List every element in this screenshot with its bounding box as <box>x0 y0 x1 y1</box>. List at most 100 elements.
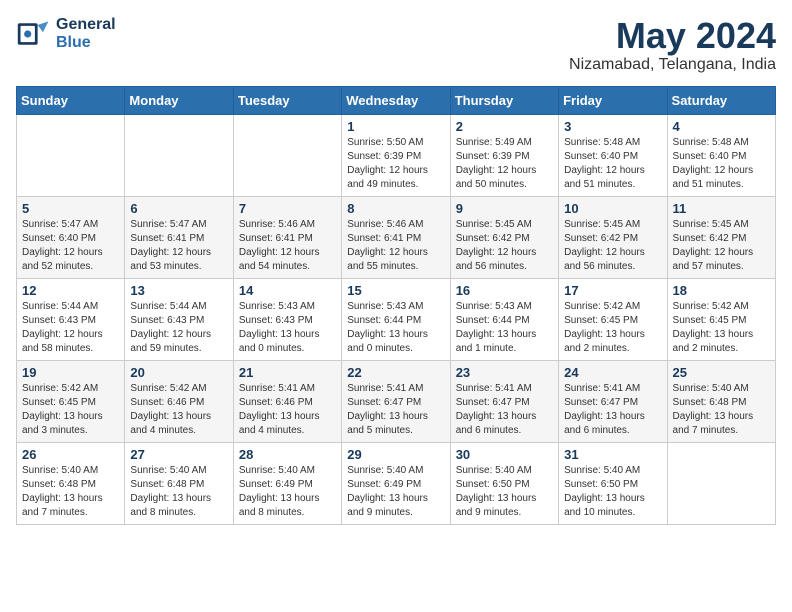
calendar-cell: 29Sunrise: 5:40 AM Sunset: 6:49 PM Dayli… <box>342 442 450 524</box>
day-info: Sunrise: 5:40 AM Sunset: 6:49 PM Dayligh… <box>239 464 336 520</box>
calendar-cell: 11 Sunrise: 5:45 AM Sunset: 6:42 PM Dayli… <box>667 196 775 278</box>
calendar-week-2: 5 Sunrise: 5:47 AM Sunset: 6:40 PM Daylig… <box>17 196 776 278</box>
day-info: Sunrise: 5:47 AM Sunset: 6:40 PM Dayligh… <box>22 218 119 274</box>
day-number: 3 <box>564 119 661 134</box>
calendar-cell: 16Sunrise: 5:43 AM Sunset: 6:44 PM Dayli… <box>450 278 558 360</box>
calendar-cell: 12 Sunrise: 5:44 AM Sunset: 6:43 PM Dayli… <box>17 278 125 360</box>
day-number: 31 <box>564 447 661 462</box>
day-info: Sunrise: 5:48 AM Sunset: 6:40 PM Dayligh… <box>673 136 770 192</box>
title-block: May 2024 Nizamabad, Telangana, India <box>569 16 776 74</box>
day-number: 10 <box>564 201 661 216</box>
calendar-cell: 18Sunrise: 5:42 AM Sunset: 6:45 PM Dayli… <box>667 278 775 360</box>
day-info: Sunrise: 5:46 AM Sunset: 6:41 PM Dayligh… <box>347 218 444 274</box>
day-info: Sunrise: 5:41 AM Sunset: 6:46 PM Dayligh… <box>239 382 336 438</box>
calendar-cell: 20 Sunrise: 5:42 AM Sunset: 6:46 PM Dayli… <box>125 360 233 442</box>
day-info: Sunrise: 5:42 AM Sunset: 6:45 PM Dayligh… <box>673 300 770 356</box>
day-info: Sunrise: 5:45 AM Sunset: 6:42 PM Dayligh… <box>673 218 770 274</box>
day-number: 9 <box>456 201 553 216</box>
day-info: Sunrise: 5:42 AM Sunset: 6:45 PM Dayligh… <box>564 300 661 356</box>
header-wednesday: Wednesday <box>342 86 450 114</box>
calendar-cell: 21 Sunrise: 5:41 AM Sunset: 6:46 PM Dayli… <box>233 360 341 442</box>
calendar-cell: 8 Sunrise: 5:46 AM Sunset: 6:41 PM Daylig… <box>342 196 450 278</box>
day-info: Sunrise: 5:49 AM Sunset: 6:39 PM Dayligh… <box>456 136 553 192</box>
day-number: 15 <box>347 283 444 298</box>
logo-name: General Blue <box>56 16 116 51</box>
day-number: 14 <box>239 283 336 298</box>
calendar-cell: 3 Sunrise: 5:48 AM Sunset: 6:40 PM Daylig… <box>559 114 667 196</box>
calendar-cell: 9 Sunrise: 5:45 AM Sunset: 6:42 PM Daylig… <box>450 196 558 278</box>
day-info: Sunrise: 5:40 AM Sunset: 6:48 PM Dayligh… <box>673 382 770 438</box>
header-sunday: Sunday <box>17 86 125 114</box>
day-number: 30 <box>456 447 553 462</box>
calendar-cell: 15Sunrise: 5:43 AM Sunset: 6:44 PM Dayli… <box>342 278 450 360</box>
day-number: 8 <box>347 201 444 216</box>
calendar-cell: 14Sunrise: 5:43 AM Sunset: 6:43 PM Dayli… <box>233 278 341 360</box>
logo-icon <box>16 16 52 52</box>
calendar-cell: 22 Sunrise: 5:41 AM Sunset: 6:47 PM Dayli… <box>342 360 450 442</box>
day-info: Sunrise: 5:46 AM Sunset: 6:41 PM Dayligh… <box>239 218 336 274</box>
day-number: 12 <box>22 283 119 298</box>
day-info: Sunrise: 5:50 AM Sunset: 6:39 PM Dayligh… <box>347 136 444 192</box>
month-title: May 2024 <box>569 16 776 56</box>
calendar-cell: 13Sunrise: 5:44 AM Sunset: 6:43 PM Dayli… <box>125 278 233 360</box>
calendar-cell: 26 Sunrise: 5:40 AM Sunset: 6:48 PM Dayli… <box>17 442 125 524</box>
day-info: Sunrise: 5:47 AM Sunset: 6:41 PM Dayligh… <box>130 218 227 274</box>
day-number: 23 <box>456 365 553 380</box>
day-number: 26 <box>22 447 119 462</box>
day-number: 25 <box>673 365 770 380</box>
logo: General Blue <box>16 16 116 52</box>
calendar-cell <box>125 114 233 196</box>
day-info: Sunrise: 5:44 AM Sunset: 6:43 PM Dayligh… <box>22 300 119 356</box>
header-monday: Monday <box>125 86 233 114</box>
calendar-cell <box>233 114 341 196</box>
day-number: 11 <box>673 201 770 216</box>
day-info: Sunrise: 5:40 AM Sunset: 6:50 PM Dayligh… <box>564 464 661 520</box>
calendar-cell: 27Sunrise: 5:40 AM Sunset: 6:48 PM Dayli… <box>125 442 233 524</box>
calendar-cell: 19Sunrise: 5:42 AM Sunset: 6:45 PM Dayli… <box>17 360 125 442</box>
day-number: 5 <box>22 201 119 216</box>
day-number: 20 <box>130 365 227 380</box>
calendar-table: SundayMondayTuesdayWednesdayThursdayFrid… <box>16 86 776 525</box>
day-number: 7 <box>239 201 336 216</box>
calendar-cell: 31 Sunrise: 5:40 AM Sunset: 6:50 PM Dayli… <box>559 442 667 524</box>
calendar-cell: 25 Sunrise: 5:40 AM Sunset: 6:48 PM Dayli… <box>667 360 775 442</box>
location: Nizamabad, Telangana, India <box>569 56 776 74</box>
day-number: 16 <box>456 283 553 298</box>
calendar-cell: 7 Sunrise: 5:46 AM Sunset: 6:41 PM Daylig… <box>233 196 341 278</box>
day-info: Sunrise: 5:41 AM Sunset: 6:47 PM Dayligh… <box>347 382 444 438</box>
calendar-week-1: 1Sunrise: 5:50 AM Sunset: 6:39 PM Daylig… <box>17 114 776 196</box>
calendar-week-3: 12 Sunrise: 5:44 AM Sunset: 6:43 PM Dayli… <box>17 278 776 360</box>
calendar-cell: 6 Sunrise: 5:47 AM Sunset: 6:41 PM Daylig… <box>125 196 233 278</box>
header-saturday: Saturday <box>667 86 775 114</box>
day-info: Sunrise: 5:40 AM Sunset: 6:50 PM Dayligh… <box>456 464 553 520</box>
calendar-cell: 1Sunrise: 5:50 AM Sunset: 6:39 PM Daylig… <box>342 114 450 196</box>
calendar-cell: 17 Sunrise: 5:42 AM Sunset: 6:45 PM Dayli… <box>559 278 667 360</box>
day-number: 21 <box>239 365 336 380</box>
calendar-cell: 28 Sunrise: 5:40 AM Sunset: 6:49 PM Dayli… <box>233 442 341 524</box>
day-info: Sunrise: 5:41 AM Sunset: 6:47 PM Dayligh… <box>456 382 553 438</box>
header-tuesday: Tuesday <box>233 86 341 114</box>
day-number: 27 <box>130 447 227 462</box>
day-number: 6 <box>130 201 227 216</box>
calendar-cell: 10Sunrise: 5:45 AM Sunset: 6:42 PM Dayli… <box>559 196 667 278</box>
day-number: 2 <box>456 119 553 134</box>
day-number: 24 <box>564 365 661 380</box>
day-info: Sunrise: 5:45 AM Sunset: 6:42 PM Dayligh… <box>456 218 553 274</box>
day-info: Sunrise: 5:42 AM Sunset: 6:46 PM Dayligh… <box>130 382 227 438</box>
day-number: 22 <box>347 365 444 380</box>
calendar-cell: 4 Sunrise: 5:48 AM Sunset: 6:40 PM Daylig… <box>667 114 775 196</box>
header-thursday: Thursday <box>450 86 558 114</box>
page-header: General Blue May 2024 Nizamabad, Telanga… <box>16 16 776 74</box>
day-info: Sunrise: 5:41 AM Sunset: 6:47 PM Dayligh… <box>564 382 661 438</box>
logo-blue-text: Blue <box>56 34 116 52</box>
day-number: 13 <box>130 283 227 298</box>
calendar-cell: 5 Sunrise: 5:47 AM Sunset: 6:40 PM Daylig… <box>17 196 125 278</box>
day-info: Sunrise: 5:48 AM Sunset: 6:40 PM Dayligh… <box>564 136 661 192</box>
day-number: 4 <box>673 119 770 134</box>
day-number: 17 <box>564 283 661 298</box>
calendar-header-row: SundayMondayTuesdayWednesdayThursdayFrid… <box>17 86 776 114</box>
day-info: Sunrise: 5:40 AM Sunset: 6:48 PM Dayligh… <box>22 464 119 520</box>
day-number: 28 <box>239 447 336 462</box>
calendar-cell: 2 Sunrise: 5:49 AM Sunset: 6:39 PM Daylig… <box>450 114 558 196</box>
day-info: Sunrise: 5:40 AM Sunset: 6:49 PM Dayligh… <box>347 464 444 520</box>
